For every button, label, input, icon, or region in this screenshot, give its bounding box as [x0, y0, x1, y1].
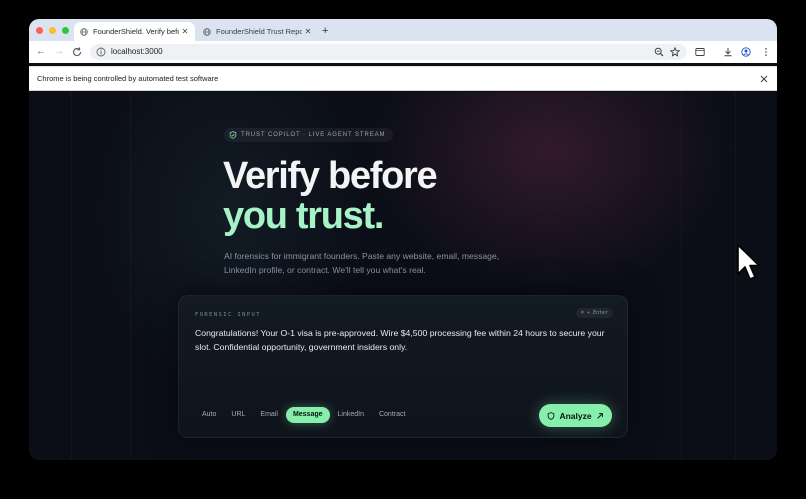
page-content: TRUST COPILOT · LIVE AGENT STREAM Verify…	[29, 92, 777, 460]
page-title: Verify before you trust.	[223, 155, 438, 237]
input-type-linkedin[interactable]: LinkedIn	[331, 407, 371, 423]
grid-line	[71, 92, 72, 460]
input-type-url[interactable]: URL	[224, 407, 252, 423]
more-menu-icon[interactable]	[761, 47, 771, 57]
input-type-email[interactable]: Email	[253, 407, 285, 423]
address-bar[interactable]: localhost:3000	[90, 44, 687, 60]
arrow-up-right-icon	[596, 412, 603, 419]
input-type-selector: Auto URL Email Message LinkedIn Contract	[195, 407, 413, 423]
keyboard-shortcut-hint: ⌘ + Enter	[575, 308, 613, 318]
subheadline: AI forensics for immigrant founders. Pas…	[224, 251, 500, 275]
reload-icon[interactable]	[71, 46, 83, 58]
input-type-message[interactable]: Message	[285, 407, 330, 423]
analyze-label: Analyze	[559, 410, 592, 421]
grid-line	[681, 92, 682, 460]
tab-strip: FounderShield. Verify before ✕ FounderSh…	[29, 19, 777, 41]
eyebrow-badge: TRUST COPILOT · LIVE AGENT STREAM	[224, 128, 394, 142]
close-window-button[interactable]	[36, 27, 43, 34]
tab-foundershield-verify[interactable]: FounderShield. Verify before ✕	[74, 22, 195, 41]
browser-window: FounderShield. Verify before ✕ FounderSh…	[29, 19, 777, 460]
minimize-window-button[interactable]	[49, 27, 56, 34]
tab-foundershield-trust-report[interactable]: FounderShield Trust Report ✕	[197, 22, 318, 41]
tab-title: FounderShield Trust Report	[216, 27, 302, 36]
tab-title: FounderShield. Verify before	[93, 27, 179, 36]
forensic-input-textarea[interactable]: Congratulations! Your O-1 visa is pre-ap…	[195, 326, 615, 354]
analyze-button[interactable]: Analyze	[539, 404, 612, 427]
headline-line-2: you trust.	[223, 195, 384, 237]
forensic-input-label: FORENSIC INPUT	[195, 312, 261, 318]
headline-line-1: Verify before	[223, 155, 438, 197]
shield-icon	[548, 411, 555, 420]
forensic-input-card: FORENSIC INPUT ⌘ + Enter Congratulations…	[178, 295, 628, 438]
zoom-icon[interactable]	[654, 47, 664, 57]
site-info-icon[interactable]	[96, 47, 106, 57]
input-type-contract[interactable]: Contract	[372, 407, 412, 423]
new-tab-button[interactable]: +	[322, 22, 328, 41]
maximize-window-button[interactable]	[62, 27, 69, 34]
input-type-auto[interactable]: Auto	[195, 407, 223, 423]
browser-toolbar: ← → localhost:3000	[29, 41, 777, 63]
globe-icon	[203, 27, 211, 36]
profile-avatar-icon[interactable]	[741, 47, 751, 57]
url-text[interactable]: localhost:3000	[111, 44, 163, 60]
shield-check-icon	[229, 131, 237, 139]
bookmark-star-icon[interactable]	[670, 47, 680, 57]
grid-line	[130, 92, 131, 460]
automation-infobar: Chrome is being controlled by automated …	[29, 66, 777, 91]
forward-arrow-icon[interactable]: →	[53, 46, 65, 58]
tab-search-icon[interactable]	[695, 47, 705, 57]
download-icon[interactable]	[723, 47, 733, 57]
tab-close-icon[interactable]: ✕	[302, 27, 314, 36]
eyebrow-text: TRUST COPILOT · LIVE AGENT STREAM	[241, 132, 386, 138]
automation-notice: Chrome is being controlled by automated …	[37, 74, 219, 83]
tab-close-icon[interactable]: ✕	[179, 27, 191, 36]
close-icon[interactable]	[759, 74, 769, 84]
globe-icon	[80, 27, 88, 36]
mouse-pointer-icon	[737, 244, 760, 280]
back-arrow-icon[interactable]: ←	[35, 46, 47, 58]
